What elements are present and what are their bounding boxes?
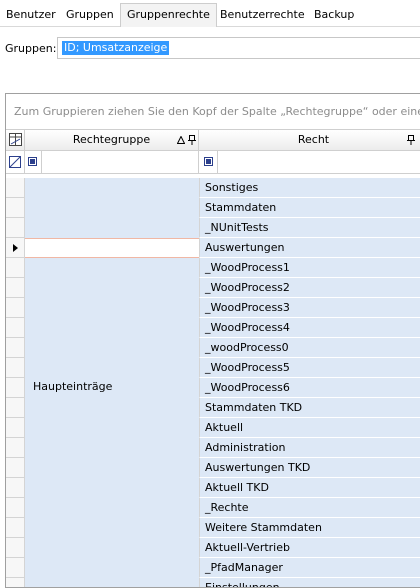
- row-indicator[interactable]: [6, 518, 25, 538]
- tab-backup[interactable]: Backup: [308, 4, 360, 26]
- column-header-label: Recht: [297, 133, 330, 146]
- table-row[interactable]: _WoodProcess6: [6, 378, 420, 398]
- pin-icon[interactable]: [188, 135, 196, 145]
- row-indicator[interactable]: [6, 438, 25, 458]
- clear-filter-button[interactable]: [6, 151, 25, 173]
- table-row[interactable]: Einstellungen: [6, 578, 420, 587]
- table-row[interactable]: Aktuell TKD: [6, 478, 420, 498]
- table-row[interactable]: _WoodProcess1: [6, 258, 420, 278]
- recht-cell[interactable]: Aktuell: [199, 418, 420, 438]
- recht-cell[interactable]: _woodProcess0: [199, 338, 420, 358]
- filter-operator-icon[interactable]: [28, 157, 37, 166]
- row-indicator[interactable]: [6, 558, 25, 578]
- grid-header: Rechtegruppe Recht: [6, 129, 420, 151]
- clear-filter-icon: [9, 156, 21, 168]
- table-row[interactable]: Aktuell: [6, 418, 420, 438]
- filter-row: [6, 151, 420, 174]
- row-indicator[interactable]: [6, 498, 25, 518]
- column-chooser-button[interactable]: [6, 130, 25, 150]
- filter-operator-icon[interactable]: [204, 157, 213, 166]
- column-header-label: Rechtegruppe: [72, 133, 151, 146]
- table-row[interactable]: _Rechte: [6, 498, 420, 518]
- table-row[interactable]: Stammdaten: [6, 198, 420, 218]
- gruppen-selected-value: ID; Umsatzanzeige: [62, 41, 170, 55]
- row-indicator[interactable]: [6, 478, 25, 498]
- tab-gruppen[interactable]: Gruppen: [60, 4, 120, 26]
- filter-cell-rechtegruppe[interactable]: [25, 151, 199, 173]
- filter-cell-recht[interactable]: [199, 151, 420, 173]
- row-indicator[interactable]: [6, 418, 25, 438]
- row-indicator[interactable]: [6, 398, 25, 418]
- table-row[interactable]: _WoodProcess5: [6, 358, 420, 378]
- recht-cell[interactable]: _WoodProcess5: [199, 358, 420, 378]
- rights-grid: Zum Gruppieren ziehen Sie den Kopf der S…: [5, 93, 420, 588]
- table-row[interactable]: _woodProcess0: [6, 338, 420, 358]
- sort-ascending-icon: [177, 136, 185, 144]
- recht-cell[interactable]: Auswertungen: [199, 238, 420, 258]
- row-indicator[interactable]: [6, 538, 25, 558]
- recht-cell[interactable]: _Rechte: [199, 498, 420, 518]
- row-indicator[interactable]: [6, 178, 25, 198]
- table-row[interactable]: _NUnitTests: [6, 218, 420, 238]
- recht-cell[interactable]: Einstellungen: [199, 578, 420, 587]
- row-indicator[interactable]: [6, 298, 25, 318]
- tab-benutzer[interactable]: Benutzer: [0, 4, 62, 26]
- recht-cell[interactable]: Stammdaten: [199, 198, 420, 218]
- recht-cell[interactable]: Auswertungen TKD: [199, 458, 420, 478]
- table-row[interactable]: _WoodProcess4: [6, 318, 420, 338]
- current-row-group-cell[interactable]: [25, 238, 199, 258]
- table-row[interactable]: Administration: [6, 438, 420, 458]
- recht-cell[interactable]: Administration: [199, 438, 420, 458]
- recht-cell[interactable]: _WoodProcess6: [199, 378, 420, 398]
- recht-cell[interactable]: _WoodProcess4: [199, 318, 420, 338]
- row-indicator[interactable]: [6, 578, 25, 587]
- recht-cell[interactable]: _NUnitTests: [199, 218, 420, 238]
- recht-cell[interactable]: Aktuell TKD: [199, 478, 420, 498]
- column-header-recht[interactable]: Recht: [199, 130, 420, 150]
- tab-gruppenrechte[interactable]: Gruppenrechte: [120, 3, 217, 27]
- tab-bar: Benutzer Gruppen Gruppenrechte Benutzerr…: [0, 0, 420, 27]
- table-row[interactable]: Sonstiges: [6, 178, 420, 198]
- table-row[interactable]: Aktuell-Vertrieb: [6, 538, 420, 558]
- pin-icon[interactable]: [407, 135, 415, 145]
- recht-cell[interactable]: _PfadManager: [199, 558, 420, 578]
- group-by-panel[interactable]: Zum Gruppieren ziehen Sie den Kopf der S…: [6, 94, 420, 128]
- column-chooser-icon: [9, 133, 22, 146]
- row-indicator[interactable]: [6, 338, 25, 358]
- row-indicator[interactable]: [6, 278, 25, 298]
- table-row[interactable]: _WoodProcess3: [6, 298, 420, 318]
- table-row[interactable]: _PfadManager: [6, 558, 420, 578]
- row-indicator[interactable]: [6, 218, 25, 238]
- recht-cell[interactable]: _WoodProcess1: [199, 258, 420, 278]
- table-row[interactable]: Stammdaten TKD: [6, 398, 420, 418]
- gruppen-select[interactable]: ID; Umsatzanzeige: [57, 37, 420, 59]
- row-indicator[interactable]: [6, 238, 25, 258]
- row-indicator[interactable]: [6, 458, 25, 478]
- current-row-arrow-icon: [13, 244, 18, 252]
- row-indicator[interactable]: [6, 198, 25, 218]
- row-indicator[interactable]: [6, 378, 25, 398]
- table-row[interactable]: Auswertungen TKD: [6, 458, 420, 478]
- recht-cell[interactable]: _WoodProcess3: [199, 298, 420, 318]
- recht-cell[interactable]: Weitere Stammdaten: [199, 518, 420, 538]
- row-indicator[interactable]: [6, 258, 25, 278]
- recht-cell[interactable]: Sonstiges: [199, 178, 420, 198]
- recht-cell[interactable]: Stammdaten TKD: [199, 398, 420, 418]
- row-indicator[interactable]: [6, 358, 25, 378]
- gruppen-label: Gruppen:: [5, 42, 57, 55]
- recht-cell[interactable]: Aktuell-Vertrieb: [199, 538, 420, 558]
- tab-benutzerrechte[interactable]: Benutzerrechte: [214, 4, 311, 26]
- table-row[interactable]: _WoodProcess2: [6, 278, 420, 298]
- column-header-rechtegruppe[interactable]: Rechtegruppe: [25, 130, 199, 150]
- row-indicator[interactable]: [6, 318, 25, 338]
- recht-cell[interactable]: _WoodProcess2: [199, 278, 420, 298]
- table-row[interactable]: Weitere Stammdaten: [6, 518, 420, 538]
